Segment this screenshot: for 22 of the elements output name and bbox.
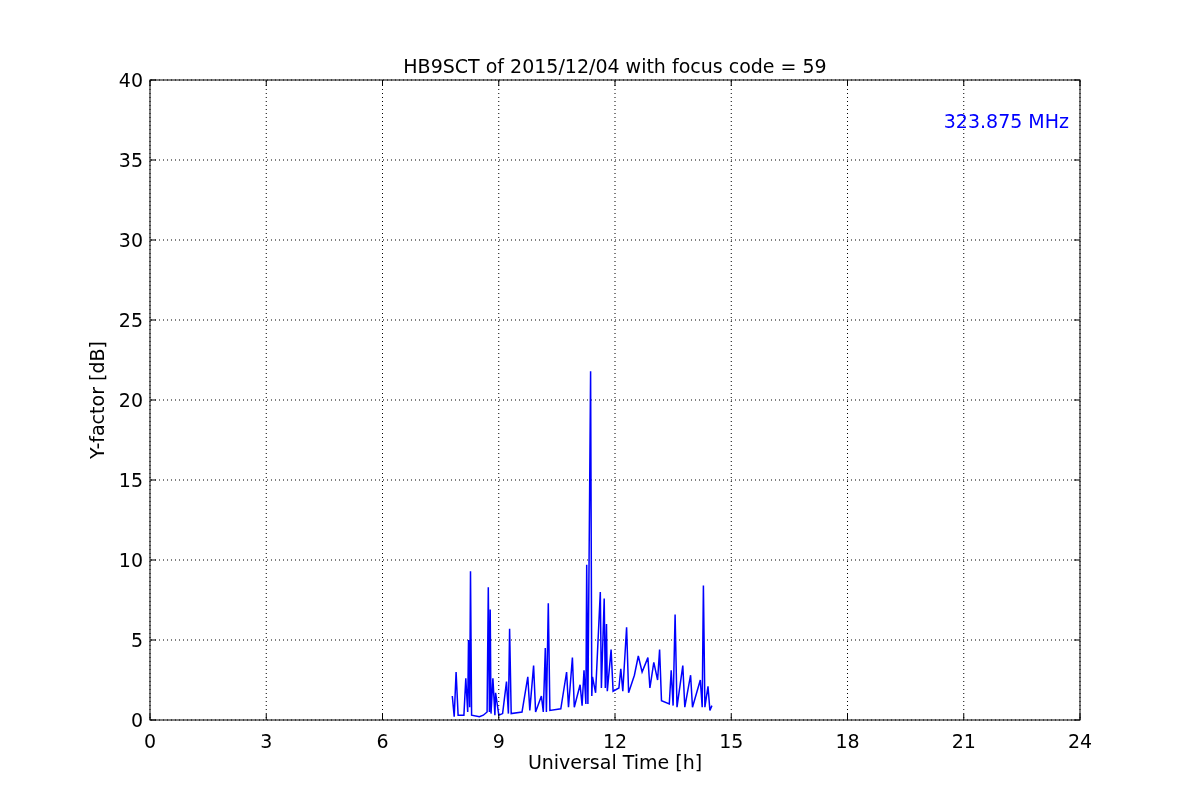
x-tick-label: 6 (376, 730, 389, 752)
y-tick-label: 35 (118, 149, 143, 171)
x-tick-label: 0 (143, 730, 157, 752)
y-tick-label: 30 (118, 229, 143, 251)
x-tick-label: 3 (260, 730, 273, 752)
y-tick-label: 40 (118, 69, 143, 91)
x-tick-label: 18 (835, 730, 860, 752)
y-tick-label: 25 (118, 309, 143, 331)
x-tick-label: 9 (492, 730, 505, 752)
y-axis-label: Y-factor [dB] (86, 341, 108, 459)
y-tick-label: 0 (130, 709, 143, 731)
x-tick-label: 21 (951, 730, 976, 752)
x-tick-label: 15 (719, 730, 744, 752)
y-tick-label: 15 (118, 469, 143, 491)
chart-title: HB9SCT of 2015/12/04 with focus code = 59 (403, 55, 827, 77)
x-axis-label: Universal Time [h] (527, 751, 703, 773)
frequency-annotation: 323.875 MHz (943, 110, 1069, 132)
y-tick-label: 10 (118, 549, 143, 571)
x-tick-label: 24 (1067, 730, 1093, 752)
y-tick-label: 20 (118, 389, 143, 411)
y-tick-label: 5 (130, 629, 143, 651)
x-tick-label: 12 (602, 730, 628, 752)
